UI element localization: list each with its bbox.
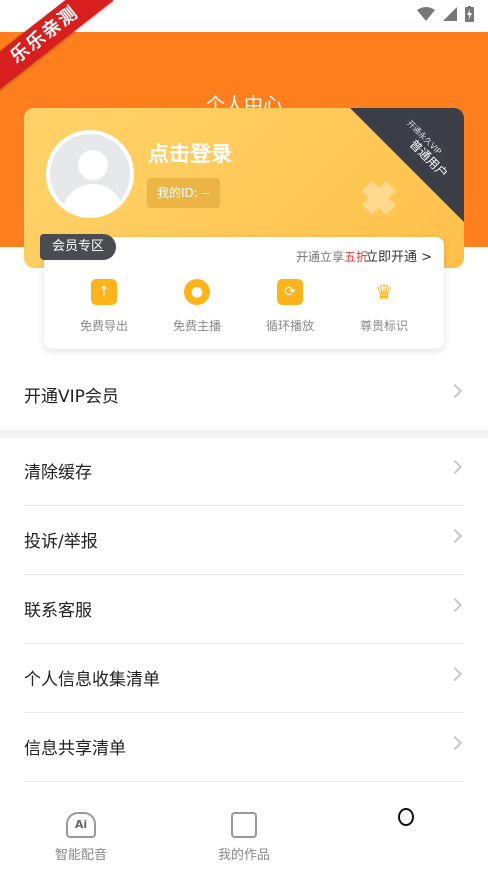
vip-item-loop-play[interactable]: ⟳ 循环播放: [245, 279, 335, 334]
menu-label: 清除缓存: [24, 463, 92, 483]
vip-open-button[interactable]: 立即开通 >: [365, 246, 432, 265]
vip-item-label: 尊贵标识: [359, 319, 408, 333]
chevron-right-icon: [447, 459, 463, 475]
ai-dubbing-icon: Ai: [66, 812, 96, 838]
vip-promo-prefix: 开通立享: [295, 250, 344, 264]
section-divider: [0, 430, 488, 438]
avatar-body: [62, 184, 124, 214]
vip-item-free-anchor[interactable]: ● 免费主播: [152, 279, 242, 334]
menu-label: 个人信息收集清单: [24, 670, 160, 690]
vip-zone-badge: 会员专区: [40, 234, 117, 260]
vip-item-label: 免费主播: [172, 319, 221, 333]
avatar[interactable]: [46, 130, 134, 218]
menu-label: 信息共享清单: [24, 739, 126, 759]
chevron-right-icon: [447, 383, 463, 399]
chevron-right-icon: [447, 528, 463, 544]
wifi-icon: [417, 7, 435, 21]
menu-clear-cache[interactable]: 清除缓存: [24, 438, 464, 506]
avatar-head: [78, 150, 108, 180]
tab-ai-dubbing[interactable]: Ai 智能配音: [26, 812, 136, 863]
battery-icon: [465, 6, 474, 22]
tab-bar: Ai 智能配音 我的作品: [0, 800, 488, 869]
crown-icon: ♛: [375, 280, 393, 304]
tab-label: 智能配音: [54, 848, 107, 863]
user-id: 我的ID: --: [147, 178, 221, 208]
export-icon: ↑: [91, 279, 117, 305]
menu-contact-service[interactable]: 联系客服: [24, 576, 464, 644]
chevron-right-icon: [447, 597, 463, 613]
vip-item-label: 循环播放: [265, 319, 314, 333]
chevron-right-icon: [447, 735, 463, 751]
tab-my-works[interactable]: 我的作品: [189, 812, 299, 863]
signal-icon: [443, 7, 457, 21]
menu-label: 投诉/举报: [24, 532, 98, 552]
menu-report[interactable]: 投诉/举报: [24, 507, 464, 575]
menu-label: 开通VIP会员: [24, 387, 119, 407]
tab-label: 我的作品: [217, 848, 270, 863]
vip-item-label: 免费导出: [79, 319, 128, 333]
vip-item-noble-badge[interactable]: ♛ 尊贵标识: [339, 279, 429, 334]
status-icons: [417, 6, 474, 22]
vip-promo: 开通立享五折: [296, 248, 368, 265]
vip-item-free-export[interactable]: ↑ 免费导出: [59, 279, 149, 334]
loop-icon: ⟳: [277, 279, 303, 305]
menu-personal-info-list[interactable]: 个人信息收集清单: [24, 645, 464, 713]
works-icon: [231, 812, 257, 838]
menu-info-share-list[interactable]: 信息共享清单: [24, 714, 464, 782]
menu-open-vip[interactable]: 开通VIP会员: [24, 362, 464, 430]
login-button[interactable]: 点击登录: [148, 138, 232, 168]
anchor-icon: ●: [184, 279, 210, 305]
chevron-right-icon: [447, 666, 463, 682]
loading-icon: [398, 808, 414, 826]
menu-label: 联系客服: [24, 601, 92, 621]
